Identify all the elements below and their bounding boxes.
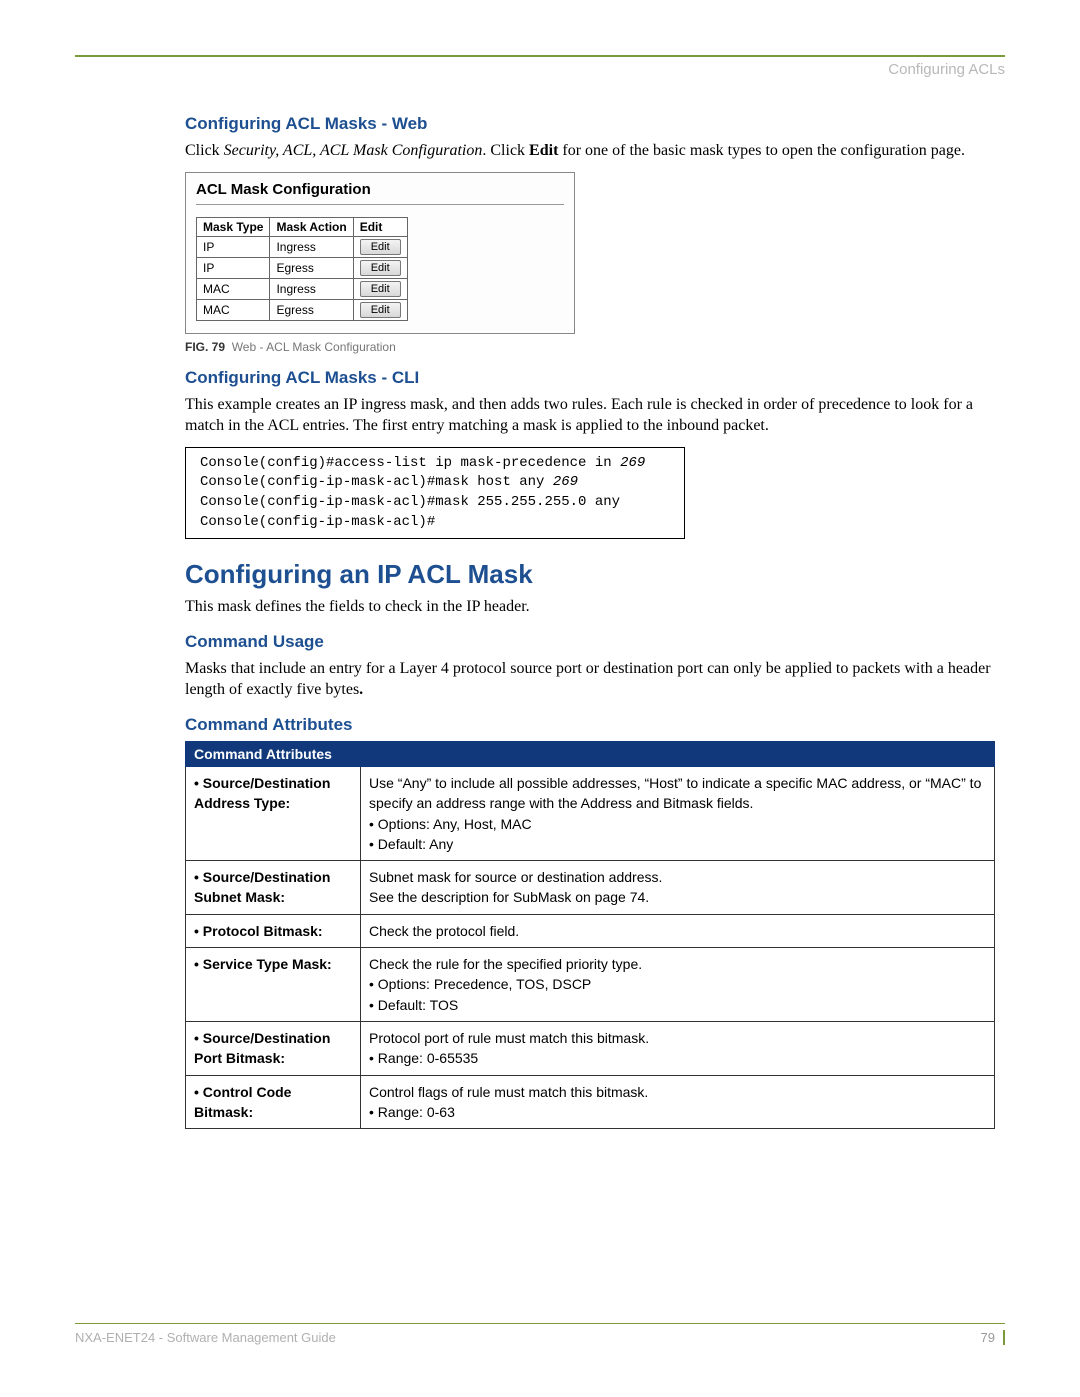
attr-desc: Protocol port of rule must match this bi… — [369, 1030, 649, 1046]
cell-action: Egress — [270, 299, 353, 320]
paragraph-command-usage: Masks that include an entry for a Layer … — [185, 658, 995, 701]
attr-desc: Check the protocol field. — [369, 923, 519, 939]
edit-button[interactable]: Edit — [360, 302, 401, 318]
cli-block: Console(config)#access-list ip mask-prec… — [185, 447, 685, 539]
heading-command-attributes: Command Attributes — [185, 715, 995, 735]
cell-type: IP — [197, 257, 270, 278]
text: . — [359, 681, 363, 698]
table-row: IP Ingress Edit — [197, 236, 408, 257]
table-row: • Source/Destination Address Type: Use “… — [186, 766, 995, 860]
edit-button[interactable]: Edit — [360, 239, 401, 255]
paragraph-web-intro: Click Security, ACL, ACL Mask Configurat… — [185, 140, 995, 162]
text: for one of the basic mask types to open … — [558, 142, 965, 159]
cell-action: Ingress — [270, 236, 353, 257]
attr-name: Source/Destination Port Bitmask: — [194, 1030, 330, 1066]
attr-extra: See the description for SubMask on page … — [369, 889, 649, 905]
panel-title: ACL Mask Configuration — [196, 181, 564, 198]
attr-sub: Range: 0-63 — [369, 1104, 455, 1120]
command-attributes-table: Command Attributes • Source/Destination … — [185, 741, 995, 1129]
attr-sub: Default: Any — [369, 836, 453, 852]
col-mask-type: Mask Type — [197, 217, 270, 236]
table-row: • Service Type Mask: Check the rule for … — [186, 948, 995, 1022]
page-footer: NXA-ENET24 - Software Management Guide 7… — [75, 1323, 1005, 1345]
table-row: • Protocol Bitmask: Check the protocol f… — [186, 914, 995, 947]
cell-type: MAC — [197, 299, 270, 320]
attr-desc: Subnet mask for source or destination ad… — [369, 869, 662, 885]
edit-button[interactable]: Edit — [360, 281, 401, 297]
heading-ip-acl: Configuring an IP ACL Mask — [185, 559, 995, 590]
table-row: MAC Egress Edit — [197, 299, 408, 320]
attr-desc: Control flags of rule must match this bi… — [369, 1084, 648, 1100]
page-number: 79 — [981, 1330, 1005, 1345]
cli-line: Console(config-ip-mask-acl)#mask 255.255… — [200, 494, 620, 510]
heading-command-usage: Command Usage — [185, 632, 995, 652]
cli-line: Console(config-ip-mask-acl)#mask host an… — [200, 474, 553, 490]
cli-arg: 269 — [553, 474, 578, 490]
col-mask-action: Mask Action — [270, 217, 353, 236]
attr-name: Source/Destination Address Type: — [194, 775, 330, 811]
table-row: MAC Ingress Edit — [197, 278, 408, 299]
acl-mask-table: Mask Type Mask Action Edit IP Ingress Ed… — [196, 217, 408, 321]
acl-mask-panel: ACL Mask Configuration Mask Type Mask Ac… — [185, 172, 575, 334]
cli-arg: 269 — [620, 455, 645, 471]
chapter-title: Configuring ACLs — [75, 61, 1005, 78]
table-row: • Source/Destination Subnet Mask: Subnet… — [186, 861, 995, 915]
attr-name: Protocol Bitmask: — [203, 923, 323, 939]
attr-desc: Check the rule for the specified priorit… — [369, 956, 642, 972]
edit-word: Edit — [529, 142, 558, 159]
table-row: IP Egress Edit — [197, 257, 408, 278]
footer-left: NXA-ENET24 - Software Management Guide — [75, 1330, 336, 1345]
paragraph-ip-intro: This mask defines the fields to check in… — [185, 596, 995, 618]
attr-sub: Range: 0-65535 — [369, 1050, 478, 1066]
heading-web: Configuring ACL Masks - Web — [185, 114, 995, 134]
cell-action: Ingress — [270, 278, 353, 299]
attr-name: Control Code Bitmask: — [194, 1084, 291, 1120]
attr-sub: Default: TOS — [369, 997, 458, 1013]
attr-desc: Use “Any” to include all possible addres… — [369, 775, 981, 811]
cell-type: MAC — [197, 278, 270, 299]
cell-action: Egress — [270, 257, 353, 278]
attr-name: Service Type Mask: — [203, 956, 332, 972]
cli-line: Console(config)#access-list ip mask-prec… — [200, 455, 620, 471]
text: . Click — [482, 142, 529, 159]
table-row: • Source/Destination Port Bitmask: Proto… — [186, 1021, 995, 1075]
figure-caption: FIG. 79 Web - ACL Mask Configuration — [185, 340, 995, 354]
heading-cli: Configuring ACL Masks - CLI — [185, 368, 995, 388]
text: Click — [185, 142, 224, 159]
col-edit: Edit — [353, 217, 407, 236]
cell-type: IP — [197, 236, 270, 257]
table-header: Command Attributes — [186, 741, 995, 766]
menu-path: Security, ACL, ACL Mask Configuration — [224, 142, 483, 159]
table-row: • Control Code Bitmask: Control flags of… — [186, 1075, 995, 1129]
edit-button[interactable]: Edit — [360, 260, 401, 276]
attr-name: Source/Destination Subnet Mask: — [194, 869, 330, 905]
attr-sub: Options: Any, Host, MAC — [369, 816, 532, 832]
cli-line: Console(config-ip-mask-acl)# — [200, 514, 435, 530]
text: Masks that include an entry for a Layer … — [185, 660, 991, 699]
figure-number: FIG. 79 — [185, 340, 225, 354]
attr-sub: Options: Precedence, TOS, DSCP — [369, 976, 591, 992]
figure-text: Web - ACL Mask Configuration — [232, 340, 396, 354]
paragraph-cli-intro: This example creates an IP ingress mask,… — [185, 394, 995, 437]
